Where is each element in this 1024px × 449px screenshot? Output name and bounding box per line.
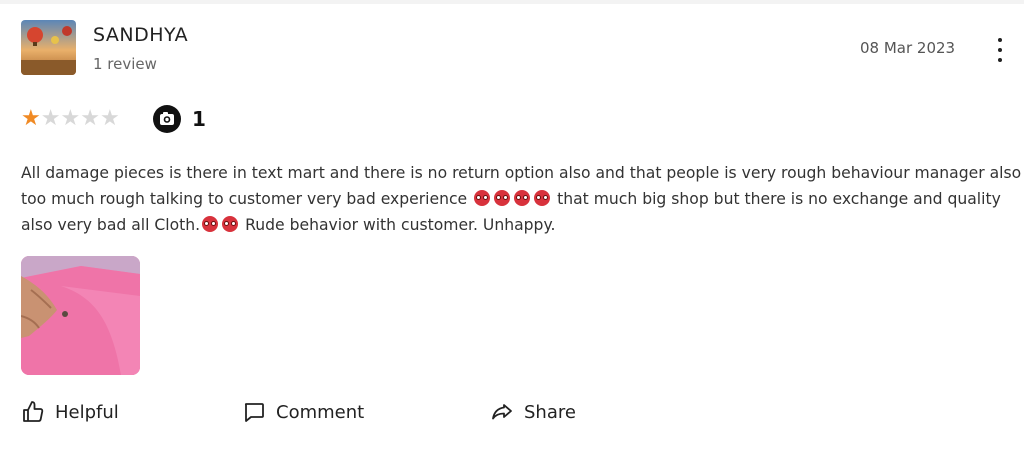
review-text-part: Rude behavior with customer. Unhappy. bbox=[245, 216, 556, 234]
more-vertical-icon[interactable] bbox=[992, 37, 1008, 63]
crying-face-icon bbox=[494, 190, 511, 206]
crying-face-icon bbox=[534, 190, 551, 206]
crying-face-icon bbox=[202, 216, 219, 232]
camera-icon bbox=[153, 105, 181, 133]
author-review-count: 1 review bbox=[93, 55, 157, 73]
star-icon: ★ bbox=[21, 106, 41, 131]
comment-label: Comment bbox=[276, 401, 365, 423]
star-icon: ★ bbox=[60, 106, 81, 131]
review-photo-thumbnail[interactable] bbox=[21, 256, 140, 375]
star-rating: ★★★★★ bbox=[21, 107, 120, 131]
share-button[interactable]: Share bbox=[490, 400, 576, 424]
review-card: SANDHYA 1 review 08 Mar 2023 ★★★★★ 1 All… bbox=[0, 0, 1024, 449]
star-icon: ★ bbox=[99, 106, 120, 131]
crying-face-icon bbox=[222, 216, 239, 232]
share-icon bbox=[492, 404, 512, 420]
avatar-image bbox=[21, 20, 76, 75]
crying-face-icon bbox=[474, 190, 491, 206]
share-label: Share bbox=[524, 401, 576, 423]
thumbs-up-icon bbox=[23, 401, 44, 422]
helpful-button[interactable]: Helpful bbox=[21, 400, 119, 424]
photo-count-value: 1 bbox=[192, 107, 206, 131]
review-photo-image bbox=[21, 256, 140, 375]
photo-count: 1 bbox=[152, 104, 206, 134]
star-icon: ★ bbox=[40, 106, 61, 131]
review-actions: Helpful Comment Share bbox=[0, 400, 1024, 430]
review-text: All damage pieces is there in text mart … bbox=[21, 160, 1024, 238]
avatar[interactable] bbox=[21, 20, 76, 75]
author-name[interactable]: SANDHYA bbox=[93, 24, 188, 46]
comment-icon bbox=[244, 403, 264, 422]
helpful-label: Helpful bbox=[55, 401, 119, 423]
review-date: 08 Mar 2023 bbox=[860, 39, 956, 57]
star-icon: ★ bbox=[80, 106, 100, 131]
crying-face-icon bbox=[514, 190, 531, 206]
comment-button[interactable]: Comment bbox=[242, 400, 364, 424]
